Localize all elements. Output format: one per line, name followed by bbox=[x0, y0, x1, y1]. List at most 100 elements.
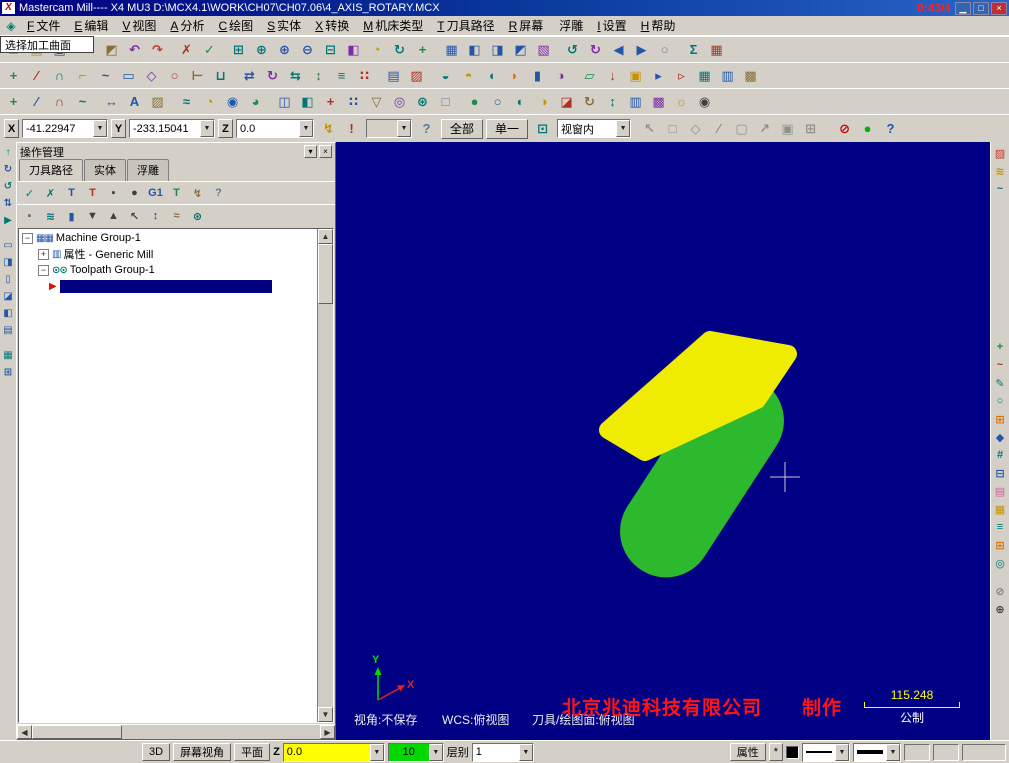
section-view-icon[interactable]: ◪ bbox=[555, 91, 578, 113]
select-verify-icon[interactable]: ▣ bbox=[776, 118, 799, 140]
menu-create[interactable]: C绘图 bbox=[211, 15, 260, 37]
panel-close-icon[interactable]: × bbox=[319, 145, 332, 158]
hatch-icon[interactable]: ▨ bbox=[146, 91, 169, 113]
vertical-scrollbar[interactable]: ▲ ▼ bbox=[317, 229, 333, 722]
plane-normal-icon[interactable]: ◧ bbox=[1, 305, 16, 322]
art-spline-icon[interactable]: ~ bbox=[992, 180, 1009, 198]
fit-screen-icon[interactable]: ◧ bbox=[342, 39, 365, 61]
attributes-button[interactable]: 属性 bbox=[730, 743, 766, 761]
groups-icon[interactable]: ⊛ bbox=[411, 91, 434, 113]
selected-row-highlight[interactable] bbox=[60, 280, 272, 293]
select-all-button[interactable]: 全部 bbox=[441, 119, 483, 139]
sketch-red-icon[interactable]: ~ bbox=[992, 356, 1009, 374]
plane-front-icon[interactable]: ▭ bbox=[1, 237, 16, 254]
backplot-icon[interactable]: ▪ bbox=[103, 183, 124, 203]
unzoom-icon[interactable]: ⊟ bbox=[319, 39, 342, 61]
array-icon[interactable]: ∷ bbox=[353, 65, 376, 87]
y-dropdown-icon[interactable]: ▼ bbox=[200, 120, 214, 137]
note-text-icon[interactable]: A bbox=[123, 91, 146, 113]
create-fillet-icon[interactable]: ⌐ bbox=[71, 65, 94, 87]
previous-view-icon[interactable]: ◀ bbox=[607, 39, 630, 61]
menu-view[interactable]: V视图 bbox=[115, 15, 163, 37]
quick-mask-icon[interactable]: ◎ bbox=[388, 91, 411, 113]
xform-mirror-icon[interactable]: ⇆ bbox=[284, 65, 307, 87]
rotate-right-icon[interactable]: ↻ bbox=[584, 39, 607, 61]
light-icon[interactable]: ☼ bbox=[670, 91, 693, 113]
line-width-dropdown-icon[interactable]: ▼ bbox=[886, 744, 900, 761]
translucency-icon[interactable]: ◐ bbox=[509, 91, 532, 113]
highfeed-icon[interactable]: T bbox=[166, 183, 187, 203]
blank-entity-icon[interactable]: □ bbox=[434, 91, 457, 113]
art-wave-icon[interactable]: ≋ bbox=[992, 162, 1009, 180]
restore-button[interactable]: □ bbox=[973, 2, 989, 15]
select-none-operations-icon[interactable]: ✗ bbox=[40, 183, 61, 203]
view-manager-icon[interactable]: ◫ bbox=[273, 91, 296, 113]
color-selector[interactable]: 10▼ bbox=[388, 743, 444, 762]
machine-def-icon[interactable]: ▦ bbox=[693, 65, 716, 87]
zoom-in-icon[interactable]: ⊕ bbox=[273, 39, 296, 61]
autocursor-dropdown-icon[interactable]: ▼ bbox=[397, 120, 411, 137]
no-entity-icon[interactable]: ⊘ bbox=[992, 582, 1009, 600]
file-properties-icon[interactable]: ◩ bbox=[100, 39, 123, 61]
undelete-icon[interactable]: ✓ bbox=[198, 39, 221, 61]
zbuffer-icon[interactable]: ▩ bbox=[647, 91, 670, 113]
curve-icon[interactable]: ≈ bbox=[175, 91, 198, 113]
select-vector-icon[interactable]: ↗ bbox=[753, 118, 776, 140]
top-view-icon[interactable]: ▦ bbox=[440, 39, 463, 61]
xform-scale-icon[interactable]: ↕ bbox=[307, 65, 330, 87]
move-insert-down-icon[interactable]: ▼ bbox=[82, 206, 103, 226]
select-single-icon[interactable]: ∕ bbox=[707, 118, 730, 140]
tree-item-toolpath-group[interactable]: − ⊙⊙ Toolpath Group-1 bbox=[19, 262, 317, 278]
selection-settings-icon[interactable]: ⊡ bbox=[531, 118, 554, 140]
horizontal-scrollbar[interactable]: ◀ ▶ bbox=[17, 724, 335, 739]
z-depth-dropdown-icon[interactable]: ▼ bbox=[370, 744, 384, 761]
menu-toolpaths[interactable]: T刀具路径 bbox=[430, 15, 501, 37]
surface-extend-icon[interactable]: ◗ bbox=[503, 65, 526, 87]
iso-view-icon[interactable]: ◩ bbox=[509, 39, 532, 61]
line-style-dropdown-icon[interactable]: ▼ bbox=[835, 744, 849, 761]
pink-list-icon[interactable]: ▤ bbox=[992, 482, 1009, 500]
zoom-out-icon[interactable]: ⊖ bbox=[296, 39, 319, 61]
trim-break-icon[interactable]: ⊢ bbox=[186, 65, 209, 87]
delete-entities-icon[interactable]: ✗ bbox=[175, 39, 198, 61]
menu-xform[interactable]: X转换 bbox=[308, 15, 356, 37]
solid-revolve-icon[interactable]: ◑ bbox=[549, 65, 572, 87]
sketch-arc-icon[interactable]: ∩ bbox=[48, 91, 71, 113]
side-view-icon[interactable]: ◨ bbox=[486, 39, 509, 61]
plane-named-icon[interactable]: ▤ bbox=[1, 322, 16, 339]
camera-icon[interactable]: ◉ bbox=[693, 91, 716, 113]
promote-icon[interactable]: ↖ bbox=[124, 206, 145, 226]
scroll-right-icon[interactable]: ▶ bbox=[320, 725, 335, 739]
level-dropdown-icon[interactable]: ▼ bbox=[519, 744, 533, 761]
collapse-icon[interactable]: − bbox=[22, 233, 33, 244]
plane-side-icon[interactable]: ◨ bbox=[1, 254, 16, 271]
menu-edit[interactable]: E编辑 bbox=[67, 15, 115, 37]
line-style-dropdown[interactable]: ▼ bbox=[802, 743, 850, 762]
join-entities-icon[interactable]: ⊔ bbox=[209, 65, 232, 87]
blank-toggle-icon[interactable]: ○ bbox=[653, 39, 676, 61]
sigma-icon[interactable]: Σ bbox=[682, 39, 705, 61]
hash-tool-icon[interactable]: # bbox=[992, 446, 1009, 464]
sketch-spline-icon[interactable]: ~ bbox=[71, 91, 94, 113]
material-icon[interactable]: ▩ bbox=[739, 65, 762, 87]
solid-fillet-icon[interactable]: ◕ bbox=[244, 91, 267, 113]
select-last-icon[interactable]: ↖ bbox=[638, 118, 661, 140]
scrollbar-thumb[interactable] bbox=[318, 244, 333, 304]
toolpath-contour-icon[interactable]: ▱ bbox=[578, 65, 601, 87]
expand-icon[interactable]: + bbox=[38, 249, 49, 260]
pan-icon[interactable]: + bbox=[411, 39, 434, 61]
move-insert-up-icon[interactable]: ▲ bbox=[103, 206, 124, 226]
tab-solids[interactable]: 实体 bbox=[84, 159, 126, 181]
plane-iso-icon[interactable]: ◪ bbox=[1, 288, 16, 305]
app-menu-icon[interactable]: ◈ bbox=[3, 19, 19, 33]
spin-view-icon[interactable]: ↻ bbox=[578, 91, 601, 113]
inview-dropdown-icon[interactable]: ▼ bbox=[616, 120, 630, 137]
selection-filter-icon[interactable]: ▽ bbox=[365, 91, 388, 113]
color-swatch[interactable] bbox=[786, 746, 799, 759]
x-dropdown-icon[interactable]: ▼ bbox=[93, 120, 107, 137]
scrollbar-track[interactable] bbox=[318, 304, 333, 707]
scrollbar-thumb[interactable] bbox=[32, 725, 122, 739]
select-cancel-icon[interactable]: ⊘ bbox=[833, 118, 856, 140]
select-range-icon[interactable]: ⊞ bbox=[799, 118, 822, 140]
repaint-icon[interactable]: ◔ bbox=[365, 39, 388, 61]
